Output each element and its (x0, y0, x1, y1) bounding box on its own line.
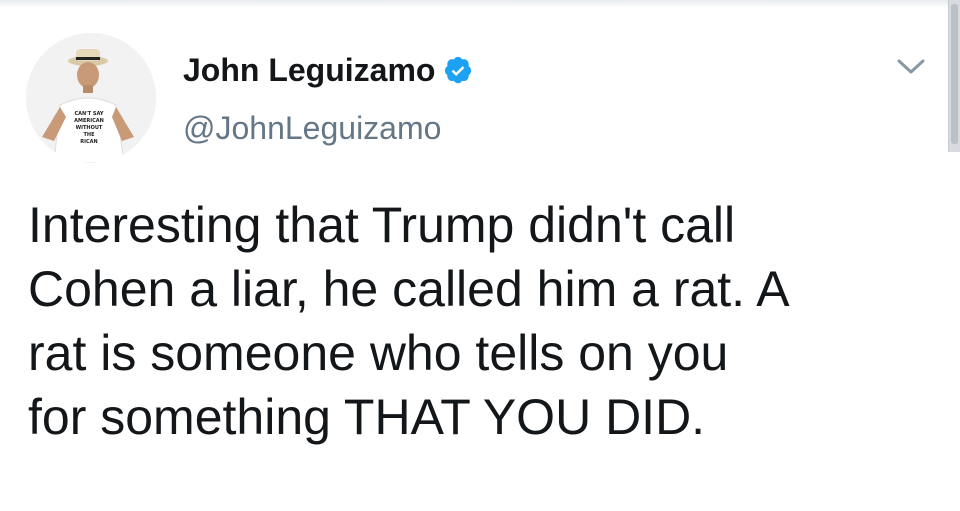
author-handle[interactable]: @JohnLeguizamo (183, 108, 441, 148)
verified-badge-icon (443, 55, 473, 85)
scrollbar-thumb[interactable] (951, 4, 958, 144)
svg-text:AMERICAN: AMERICAN (74, 118, 104, 124)
author-name-row: John Leguizamo (183, 50, 473, 90)
tweet-text-line: rat is someone who tells on you (28, 325, 729, 381)
scrollbar[interactable] (948, 0, 960, 152)
avatar[interactable]: CAN'T SAY AMERICAN WITHOUT THE RICAN (26, 33, 156, 163)
svg-text:RICAN: RICAN (80, 139, 97, 145)
svg-text:WITHOUT: WITHOUT (76, 125, 103, 131)
author-display-name[interactable]: John Leguizamo (183, 50, 435, 90)
chevron-down-icon[interactable] (893, 55, 929, 79)
tweet-text: Interesting that Trump didn't call Cohen… (28, 193, 928, 449)
tweet-text-line: for something THAT YOU DID. (28, 389, 706, 445)
tweet-card: CAN'T SAY AMERICAN WITHOUT THE RICAN Joh… (0, 0, 960, 511)
svg-text:THE: THE (83, 132, 95, 138)
tweet-text-line: Cohen a liar, he called him a rat. A (28, 261, 790, 317)
svg-text:CAN'T SAY: CAN'T SAY (74, 111, 103, 117)
tweet-text-line: Interesting that Trump didn't call (28, 197, 736, 253)
avatar-image: CAN'T SAY AMERICAN WITHOUT THE RICAN (26, 33, 156, 163)
